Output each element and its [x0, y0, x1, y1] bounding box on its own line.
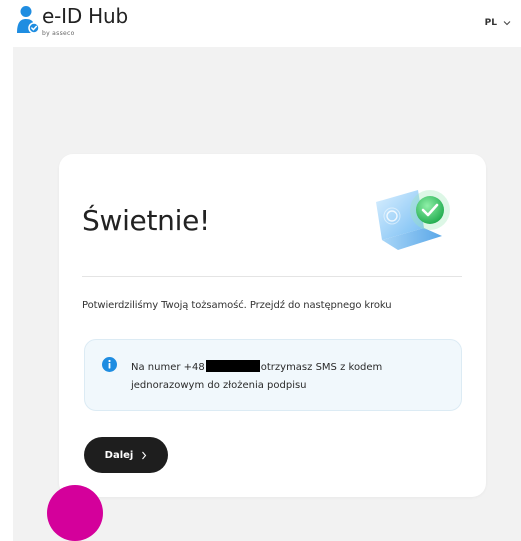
redacted-phone-number: [205, 360, 260, 372]
page-title: Świetnie!: [82, 204, 210, 237]
verification-message: Potwierdziliśmy Twoją tożsamość. Przejdź…: [82, 300, 392, 311]
next-button-label: Dalej: [104, 449, 134, 461]
logo-subtitle: by asseco: [42, 30, 75, 37]
app-logo[interactable]: e-ID Hub by asseco: [16, 5, 128, 37]
sms-info-prefix: Na numer +48: [131, 362, 205, 373]
next-button[interactable]: Dalej: [84, 437, 168, 473]
divider: [82, 276, 462, 277]
info-icon: [102, 357, 117, 372]
language-label: PL: [484, 18, 497, 28]
logo-title: e-ID Hub: [42, 4, 128, 28]
language-selector[interactable]: PL: [485, 18, 511, 28]
user-logo-icon: [17, 6, 40, 34]
chevron-right-icon: [142, 451, 147, 459]
top-header: e-ID Hub by asseco PL: [0, 0, 521, 47]
success-card: Świetnie! Potwierdziliśmy Twoją tożsamoś…: [59, 154, 486, 497]
sms-info-text: Na numer +48 otrzymasz SMS z kodem jednor…: [131, 359, 441, 395]
verified-laptop-illustration: [376, 190, 450, 250]
chevron-down-icon: [503, 21, 511, 26]
pink-circle-marker: [47, 485, 103, 541]
sms-info-box: Na numer +48 otrzymasz SMS z kodem jednor…: [84, 339, 462, 411]
